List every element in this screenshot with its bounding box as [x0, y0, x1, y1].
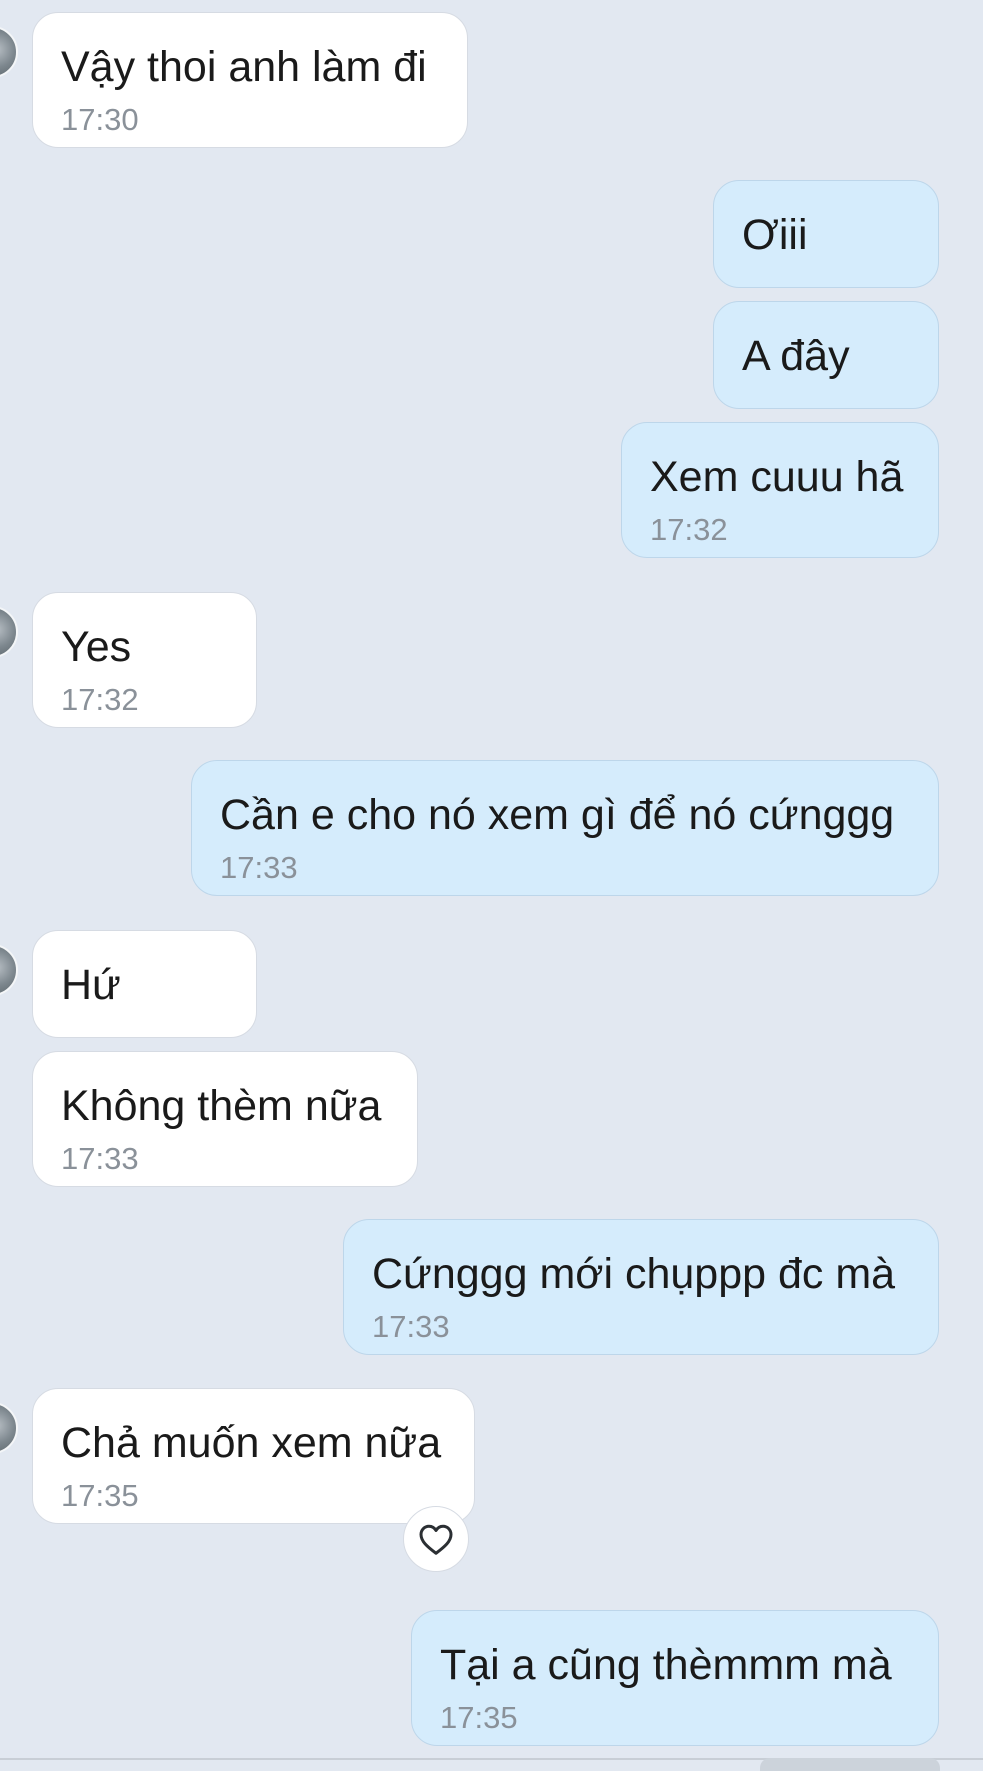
message-text: Không thèm nữa — [61, 1082, 382, 1130]
message-timestamp: 17:32 — [650, 512, 728, 547]
incoming-message-bubble[interactable]: Chả muốn xem nữa 17:35 — [32, 1388, 475, 1524]
contact-avatar[interactable] — [0, 606, 18, 658]
message-text: A đây — [742, 332, 850, 380]
contact-avatar[interactable] — [0, 26, 18, 78]
message-text: Cứnggg mới chụppp đc mà — [372, 1250, 896, 1298]
message-timestamp: 17:33 — [220, 850, 298, 885]
contact-avatar[interactable] — [0, 944, 18, 996]
message-timestamp: 17:33 — [61, 1141, 139, 1176]
message-timestamp: 17:30 — [61, 102, 139, 137]
outgoing-message-bubble[interactable]: Cần e cho nó xem gì để nó cứnggg 17:33 — [191, 760, 939, 896]
outgoing-message-bubble[interactable]: Xem cuuu hã 17:32 — [621, 422, 939, 558]
incoming-message-bubble[interactable]: Yes 17:32 — [32, 592, 257, 728]
message-text: Cần e cho nó xem gì để nó cứnggg — [220, 791, 895, 839]
outgoing-message-bubble[interactable]: A đây — [713, 301, 939, 409]
message-timestamp: 17:35 — [61, 1478, 139, 1513]
message-text: Yes — [61, 623, 132, 671]
outgoing-message-bubble[interactable]: Cứnggg mới chụppp đc mà 17:33 — [343, 1219, 939, 1355]
message-text: Hứ — [61, 961, 121, 1009]
incoming-message-bubble[interactable]: Hứ — [32, 930, 257, 1038]
message-timestamp: 17:35 — [440, 1700, 518, 1735]
incoming-message-bubble[interactable]: Vậy thoi anh làm đi 17:30 — [32, 12, 468, 148]
outgoing-message-bubble[interactable]: Ơiii — [713, 180, 939, 288]
message-text: Ơiii — [742, 211, 808, 259]
message-timestamp: 17:33 — [372, 1309, 450, 1344]
message-text: Vậy thoi anh làm đi — [61, 43, 427, 91]
message-text: Tại a cũng thèmmm mà — [440, 1641, 892, 1689]
contact-avatar[interactable] — [0, 1402, 18, 1454]
react-heart-button[interactable] — [403, 1506, 469, 1572]
heart-outline-icon — [419, 1524, 453, 1555]
message-timestamp: 17:32 — [61, 682, 139, 717]
incoming-message-bubble[interactable]: Không thèm nữa 17:33 — [32, 1051, 418, 1187]
message-text: Chả muốn xem nữa — [61, 1419, 442, 1467]
message-text: Xem cuuu hã — [650, 453, 904, 501]
outgoing-message-bubble[interactable]: Tại a cũng thèmmm mà 17:35 — [411, 1610, 939, 1746]
next-message-peek — [760, 1758, 940, 1771]
